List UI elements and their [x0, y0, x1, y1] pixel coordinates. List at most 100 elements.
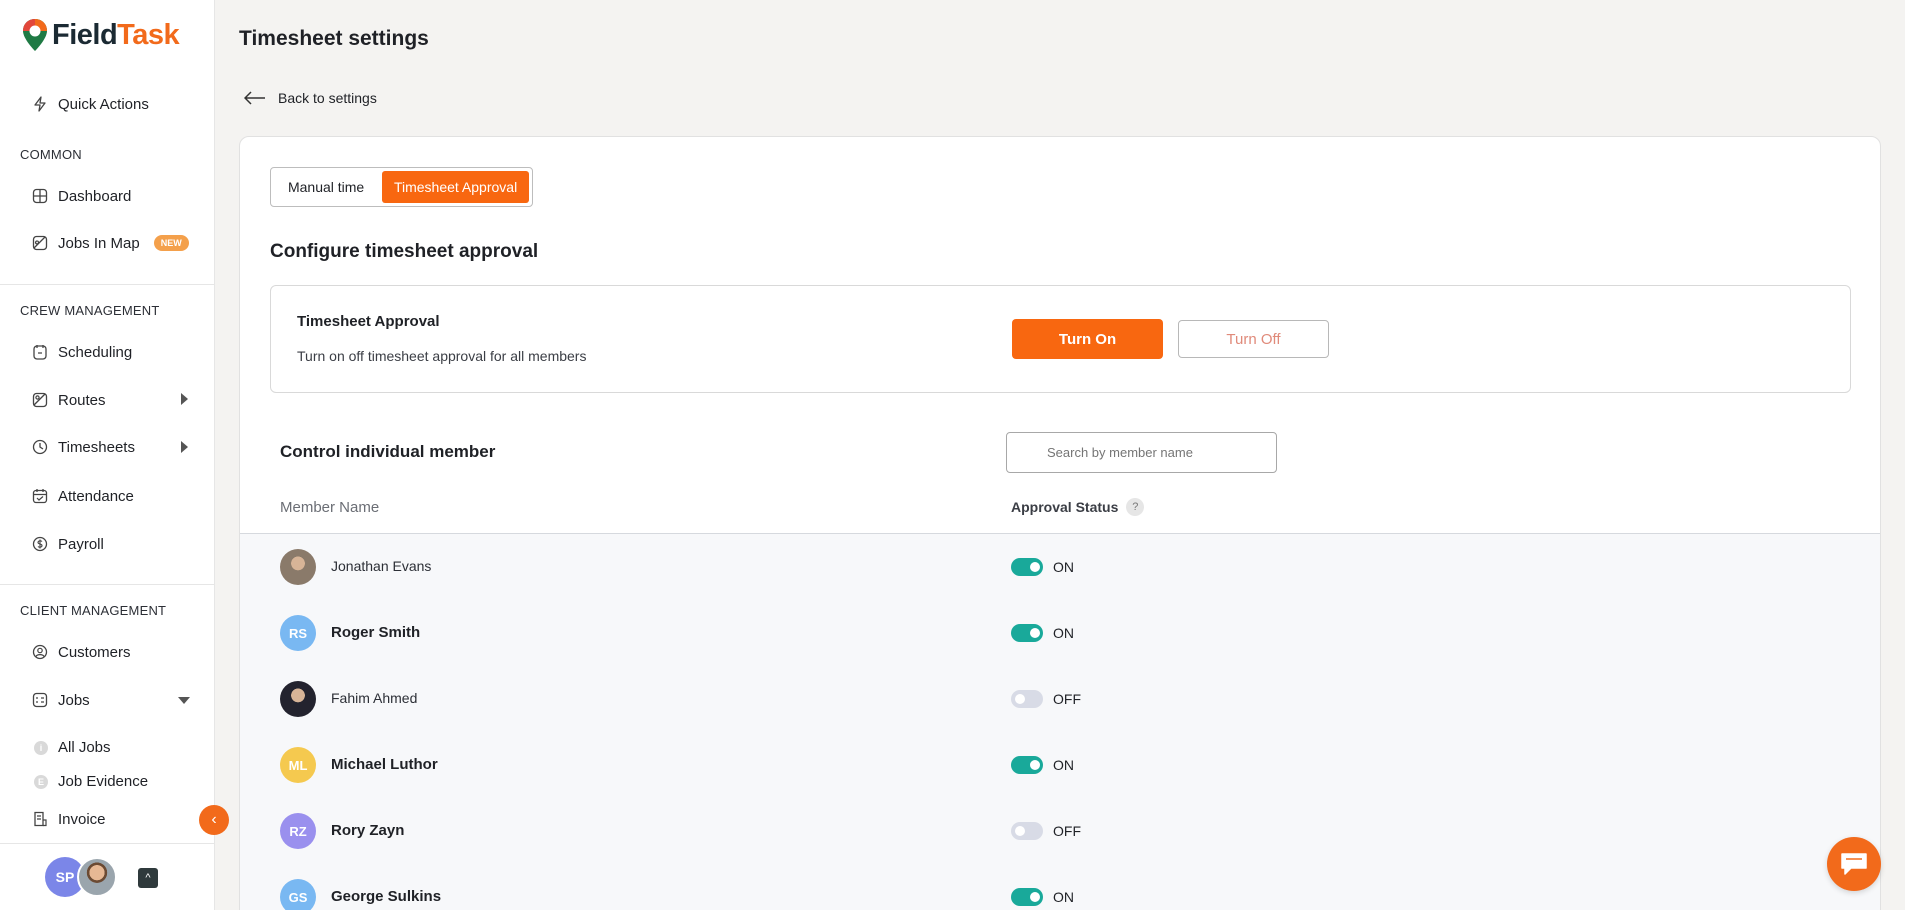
- table-row: Fahim Ahmed OFF: [240, 666, 1880, 732]
- member-name: Fahim Ahmed: [331, 690, 418, 706]
- tab-manual-time[interactable]: Manual time: [274, 171, 378, 203]
- chat-support-button[interactable]: [1827, 837, 1881, 891]
- lightning-icon: [32, 96, 48, 112]
- member-search-input[interactable]: [1006, 432, 1277, 473]
- sidebar-item-label: Attendance: [58, 487, 134, 505]
- invoice-icon: [32, 811, 48, 827]
- sidebar-item-jobs[interactable]: Jobs: [32, 688, 192, 712]
- logo-pin-icon: [23, 19, 47, 51]
- sidebar-item-customers[interactable]: Customers: [32, 640, 131, 664]
- chevron-right-icon[interactable]: [181, 441, 188, 453]
- clock-icon: [32, 439, 48, 455]
- approval-status-text: ON: [1053, 559, 1074, 575]
- chat-bubble-icon: [1841, 853, 1867, 875]
- member-name: Rory Zayn: [331, 822, 405, 839]
- sidebar-item-quick-actions[interactable]: Quick Actions: [32, 92, 149, 116]
- page-title: Timesheet settings: [239, 27, 429, 50]
- toggle-knob: [1030, 892, 1040, 902]
- sidebar-subitem-all-jobs[interactable]: i All Jobs: [34, 739, 111, 756]
- sidebar-item-jobs-in-map[interactable]: Jobs In Map NEW: [32, 231, 189, 255]
- sidebar-item-invoice[interactable]: Invoice: [32, 807, 106, 831]
- help-icon[interactable]: ?: [1126, 498, 1145, 516]
- table-row: RZ Rory Zayn OFF: [240, 798, 1880, 864]
- toggle-knob: [1015, 694, 1025, 704]
- column-header-member-name: Member Name: [280, 499, 380, 516]
- sidebar-item-routes[interactable]: Routes: [32, 388, 192, 412]
- member-avatar: GS: [280, 879, 316, 910]
- sidebar: FieldTask Quick Actions COMMON Dashboard…: [0, 0, 215, 910]
- table-row: ML Michael Luthor ON: [240, 732, 1880, 798]
- jobs-icon: [32, 692, 48, 708]
- tab-group: Manual time Timesheet Approval: [270, 167, 533, 207]
- sidebar-divider: [0, 284, 214, 285]
- approval-status-text: ON: [1053, 889, 1074, 905]
- column-header-approval-status: Approval Status ?: [1011, 498, 1145, 516]
- sidebar-subitem-job-evidence[interactable]: E Job Evidence: [34, 773, 148, 790]
- fieldtask-logo[interactable]: FieldTask: [22, 18, 180, 52]
- sidebar-item-dashboard[interactable]: Dashboard: [32, 184, 131, 208]
- calendar-icon: [32, 488, 48, 504]
- approval-toggle[interactable]: [1011, 822, 1043, 840]
- approval-box-description: Turn on off timesheet approval for all m…: [297, 348, 587, 364]
- user-circle-icon: [32, 644, 48, 660]
- chevron-down-icon[interactable]: [178, 697, 190, 704]
- schedule-icon: [32, 344, 48, 360]
- turn-off-button[interactable]: Turn Off: [1178, 320, 1329, 358]
- table-row: RS Roger Smith ON: [240, 600, 1880, 666]
- column-header-label: Approval Status: [1011, 499, 1119, 515]
- approval-toggle[interactable]: [1011, 690, 1043, 708]
- dollar-icon: [32, 536, 48, 552]
- sidebar-item-label: Job Evidence: [58, 773, 149, 790]
- member-avatar: ML: [280, 747, 316, 783]
- section-label-common: COMMON: [20, 147, 82, 162]
- tab-timesheet-approval[interactable]: Timesheet Approval: [382, 171, 529, 203]
- member-table: Jonathan Evans ON RS Roger Smith ON Fahi…: [240, 534, 1880, 910]
- member-name: Roger Smith: [331, 624, 421, 641]
- table-row: GS George Sulkins ON: [240, 864, 1880, 910]
- approval-toggle[interactable]: [1011, 888, 1043, 906]
- sidebar-item-payroll[interactable]: Payroll: [32, 532, 104, 556]
- expand-up-button[interactable]: ^: [138, 868, 158, 888]
- sidebar-divider: [0, 584, 214, 585]
- turn-on-button[interactable]: Turn On: [1012, 319, 1163, 359]
- collapse-sidebar-button[interactable]: ‹: [199, 805, 229, 835]
- user-photo-avatar[interactable]: [77, 857, 117, 897]
- member-name: Jonathan Evans: [331, 558, 432, 574]
- logo-text-task: Task: [117, 18, 180, 51]
- approval-toggle[interactable]: [1011, 558, 1043, 576]
- logo-text-field: Field: [52, 18, 118, 51]
- user-area: SP ^: [0, 843, 214, 910]
- map-icon: [32, 235, 48, 251]
- member-avatar: RS: [280, 615, 316, 651]
- chevron-right-icon[interactable]: [181, 393, 188, 405]
- approval-toggle-box: Timesheet Approval Turn on off timesheet…: [270, 285, 1851, 393]
- table-row: Jonathan Evans ON: [240, 534, 1880, 600]
- sidebar-item-attendance[interactable]: Attendance: [32, 484, 134, 508]
- approval-box-title: Timesheet Approval: [297, 313, 440, 330]
- sidebar-item-timesheets[interactable]: Timesheets: [32, 435, 192, 459]
- member-avatar: RZ: [280, 813, 316, 849]
- sidebar-item-label: Invoice: [58, 810, 106, 828]
- approval-status-text: ON: [1053, 625, 1074, 641]
- sidebar-item-label: Payroll: [58, 535, 104, 553]
- sidebar-item-label: Scheduling: [58, 343, 133, 361]
- approval-status-text: OFF: [1053, 823, 1081, 839]
- section-label-crew: CREW MANAGEMENT: [20, 303, 160, 318]
- approval-toggle[interactable]: [1011, 756, 1043, 774]
- approval-toggle[interactable]: [1011, 624, 1043, 642]
- section-title: Configure timesheet approval: [270, 241, 539, 262]
- sidebar-item-label: Jobs: [58, 691, 90, 709]
- member-avatar: [280, 681, 316, 717]
- sidebar-item-label: Jobs In Map: [58, 234, 140, 252]
- sidebar-item-label: Dashboard: [58, 187, 132, 205]
- arrow-left-icon: [244, 91, 265, 105]
- sidebar-item-label: Routes: [58, 391, 106, 409]
- toggle-knob: [1030, 562, 1040, 572]
- evidence-dot-icon: E: [34, 774, 48, 789]
- back-to-settings-link[interactable]: Back to settings: [244, 90, 377, 106]
- sidebar-item-label: All Jobs: [58, 739, 111, 756]
- sidebar-item-label: Timesheets: [58, 438, 135, 456]
- sidebar-item-scheduling[interactable]: Scheduling: [32, 340, 132, 364]
- members-title: Control individual member: [280, 442, 496, 461]
- routes-icon: [32, 392, 48, 408]
